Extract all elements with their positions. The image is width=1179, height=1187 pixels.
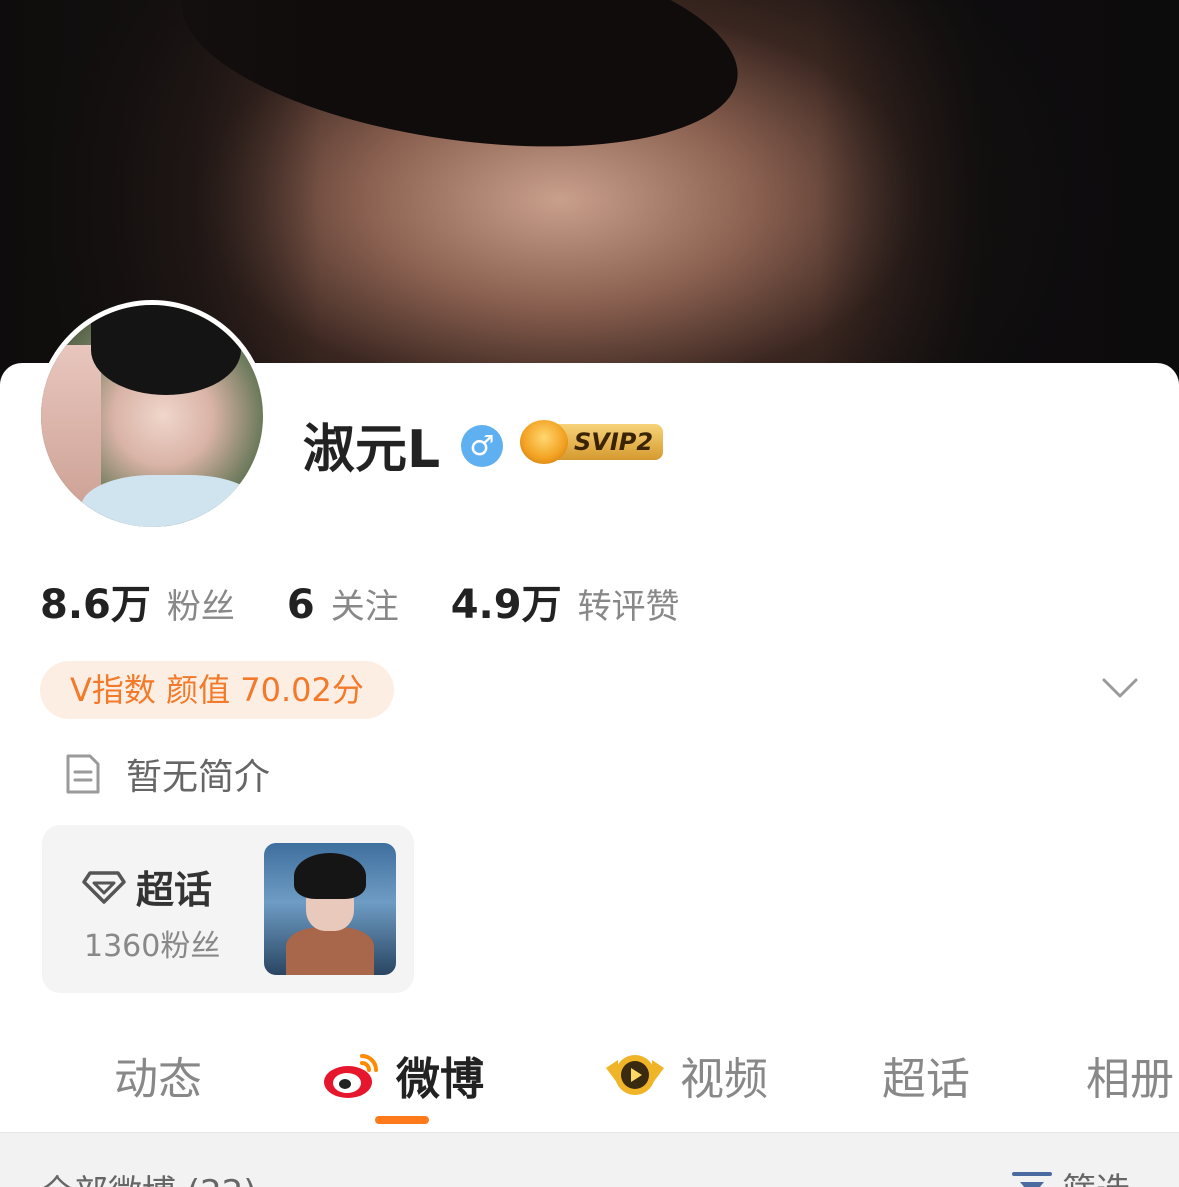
feed-header: 全部微博 (22) 筛选 xyxy=(0,1132,1179,1187)
interactions-count: 4.9万 xyxy=(450,582,562,628)
fans-label[interactable]: 粉丝 xyxy=(167,579,235,628)
video-play-icon xyxy=(606,1055,664,1095)
tab-video-label: 视频 xyxy=(680,1054,768,1105)
tab-album[interactable]: 相册 xyxy=(1086,1040,1174,1110)
svip-label: SVIP2 xyxy=(558,424,664,460)
filter-label: 筛选 xyxy=(1062,1163,1130,1187)
weibo-logo-icon xyxy=(324,1054,378,1098)
fans-count[interactable]: 8.6万 xyxy=(40,572,151,630)
avatar[interactable] xyxy=(36,300,268,532)
active-tab-indicator xyxy=(375,1116,429,1124)
v-index-badge[interactable]: V指数 颜值 70.02分 xyxy=(40,661,394,719)
supertopic-fans: 1360粉丝 xyxy=(84,929,221,964)
supertopic-card[interactable]: 超话 1360粉丝 xyxy=(42,825,414,993)
profile-stats: 8.6万 粉丝 6 关注 4.9万 转评赞 xyxy=(40,572,732,630)
diamond-icon xyxy=(82,870,126,904)
tab-supertopic[interactable]: 超话 xyxy=(882,1040,970,1110)
following-count[interactable]: 6 xyxy=(287,582,315,628)
filter-button[interactable]: 筛选 xyxy=(1010,1163,1130,1187)
interactions-label: 转评赞 xyxy=(577,587,680,627)
supertopic-title: 超话 xyxy=(82,859,212,914)
tab-video[interactable]: 视频 xyxy=(604,1040,768,1110)
tab-dynamics-label: 动态 xyxy=(114,1054,202,1105)
crown-icon xyxy=(520,420,568,464)
profile-tabs: 动态 微博 视频 超话 相册 xyxy=(0,1030,1179,1130)
profile-page: 淑元L ♂ SVIP2 8.6万 粉丝 6 关注 4.9万 转评赞 V指数 颜值… xyxy=(0,0,1179,1187)
feed-title[interactable]: 全部微博 (22) xyxy=(40,1165,257,1187)
supertopic-label: 超话 xyxy=(136,868,213,912)
profile-name: 淑元L xyxy=(303,420,441,480)
svip-badge[interactable]: SVIP2 xyxy=(520,418,664,466)
tab-weibo[interactable]: 微博 xyxy=(322,1040,484,1110)
following-label[interactable]: 关注 xyxy=(331,579,399,628)
tab-weibo-label: 微博 xyxy=(396,1054,484,1105)
document-icon xyxy=(66,754,100,794)
profile-intro: 暂无简介 xyxy=(64,748,270,800)
supertopic-thumbnail xyxy=(264,843,396,975)
intro-text: 暂无简介 xyxy=(126,757,271,798)
male-gender-icon: ♂ xyxy=(461,425,503,467)
chevron-down-icon[interactable] xyxy=(1100,668,1140,708)
filter-icon xyxy=(1012,1171,1052,1187)
tab-dynamics[interactable]: 动态 xyxy=(114,1040,202,1110)
tab-supertopic-label: 超话 xyxy=(882,1054,970,1105)
tab-album-label: 相册 xyxy=(1086,1054,1174,1105)
